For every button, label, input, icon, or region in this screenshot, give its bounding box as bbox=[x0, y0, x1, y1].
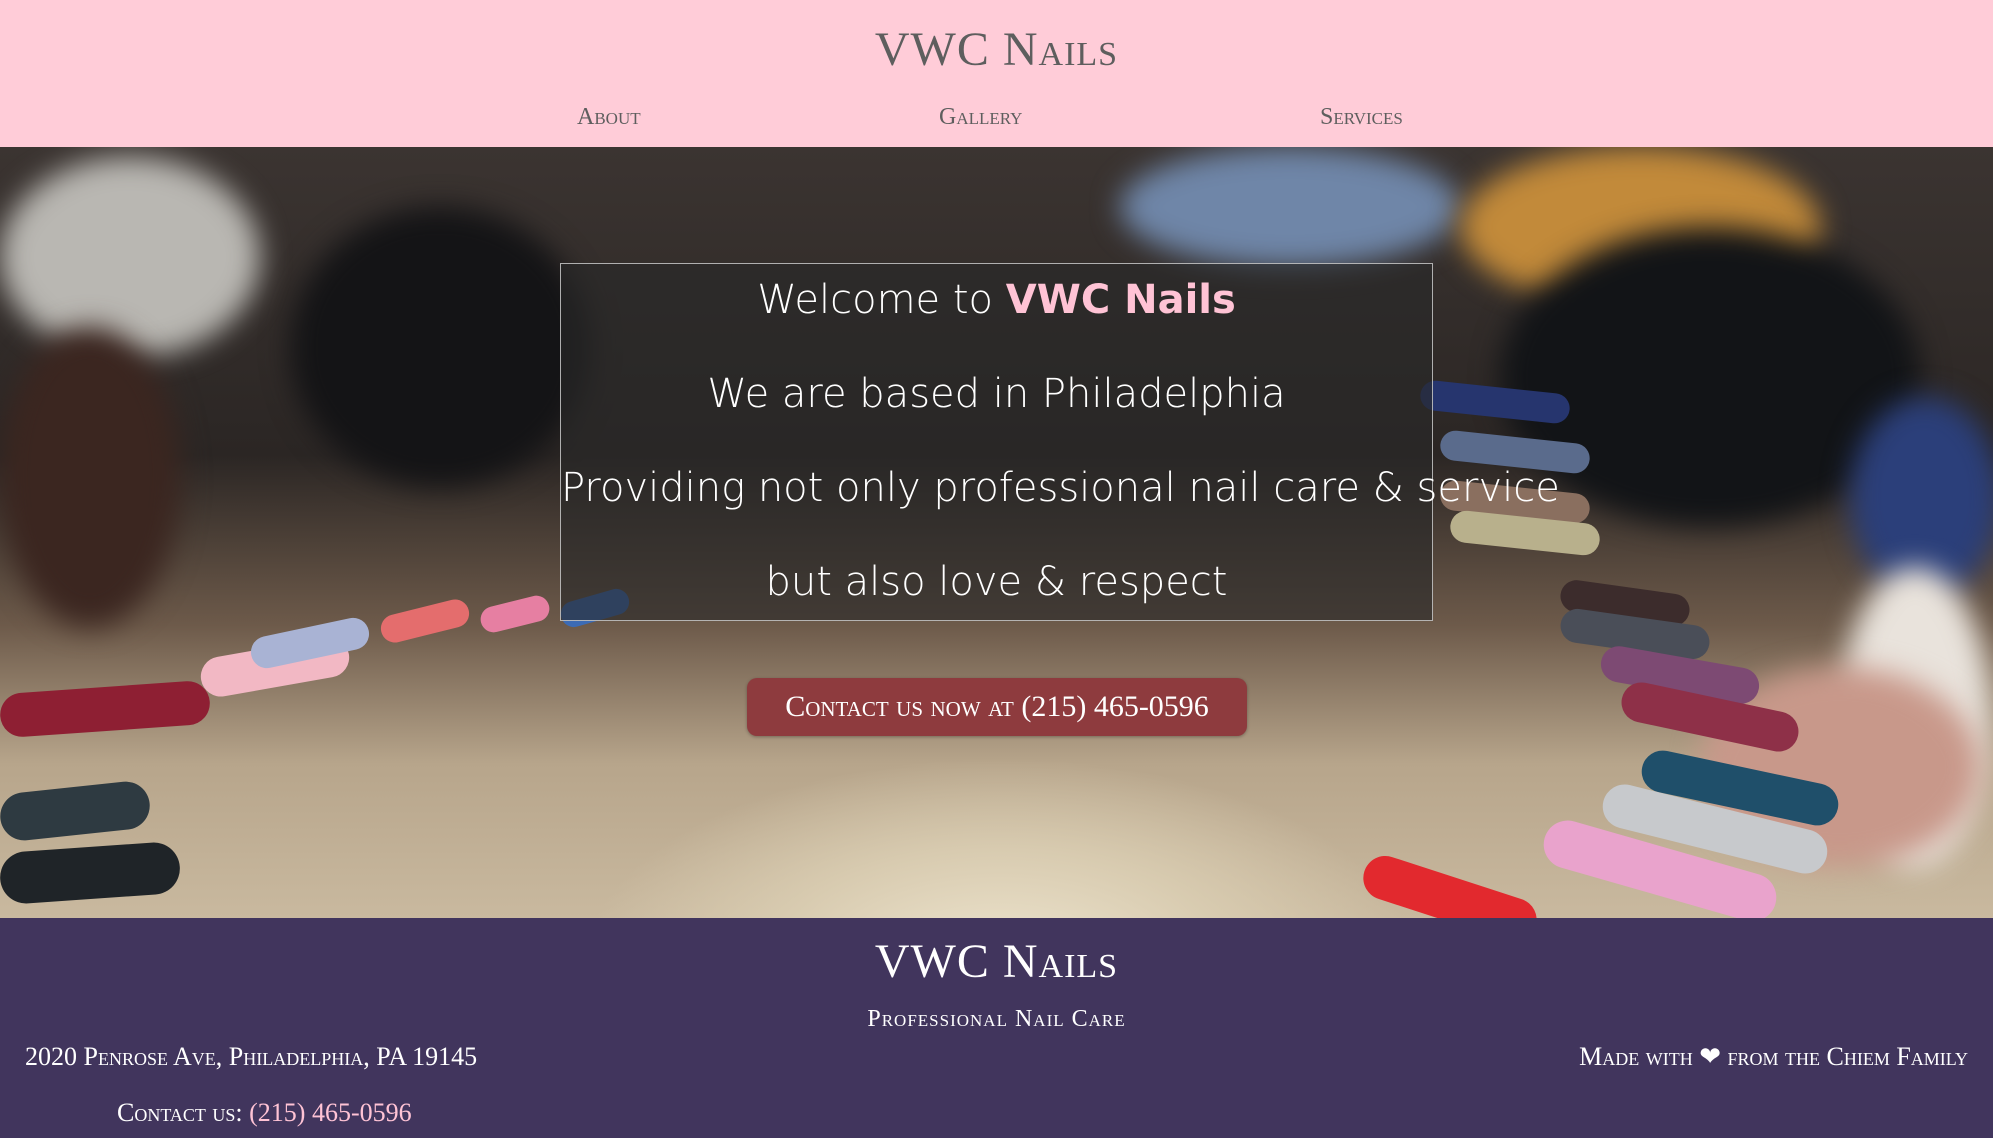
welcome-prefix: Welcome to bbox=[757, 277, 1006, 323]
nav-services[interactable]: Services bbox=[1320, 104, 1403, 131]
hero-section: Welcome to VWC Nails We are based in Phi… bbox=[0, 147, 1993, 918]
nav-gallery[interactable]: Gallery bbox=[939, 104, 1022, 131]
welcome-values: but also love & respect bbox=[765, 559, 1228, 605]
nav-about[interactable]: About bbox=[577, 104, 641, 131]
welcome-heading: Welcome to VWC Nails bbox=[561, 276, 1432, 324]
site-header: VWC Nails About Gallery Services bbox=[0, 0, 1993, 147]
footer-address: 2020 Penrose Ave, Philadelphia, PA 19145 bbox=[25, 1042, 478, 1071]
footer-phone-link[interactable]: (215) 465-0596 bbox=[249, 1098, 411, 1127]
welcome-panel: Welcome to VWC Nails We are based in Phi… bbox=[560, 263, 1560, 621]
footer-contact-label: Contact us: bbox=[117, 1098, 250, 1127]
footer-tagline: Professional Nail Care bbox=[867, 1006, 1126, 1032]
contact-cta-button[interactable]: Contact us now at (215) 465-0596 bbox=[747, 678, 1247, 736]
footer-credit: Made with ❤ from the Chiem Family bbox=[1579, 1042, 1968, 1071]
site-footer: VWC Nails Professional Nail Care 2020 Pe… bbox=[0, 918, 1993, 1138]
footer-brand: VWC Nails bbox=[874, 935, 1119, 988]
welcome-location: We are based in Philadelphia bbox=[707, 371, 1286, 417]
welcome-brand: VWC Nails bbox=[1005, 277, 1236, 323]
welcome-mission: Providing not only professional nail car… bbox=[561, 465, 1560, 511]
site-brand[interactable]: VWC Nails bbox=[0, 22, 1993, 77]
footer-contact: Contact us: (215) 465-0596 bbox=[117, 1098, 412, 1128]
